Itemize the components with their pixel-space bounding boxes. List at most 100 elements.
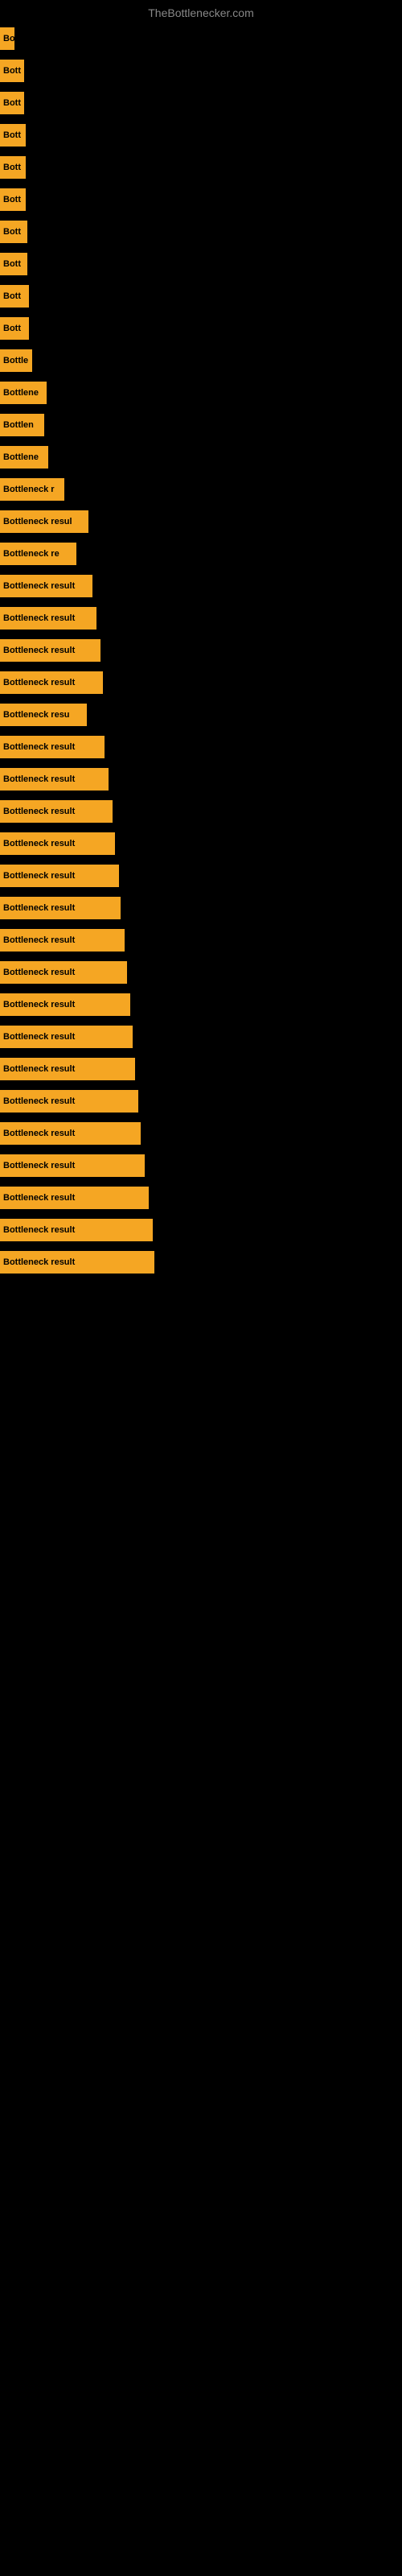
bar-row: Bottlene [0, 377, 402, 409]
bar-row: Bottleneck result [0, 860, 402, 892]
bar-label-22: Bottleneck result [3, 742, 75, 752]
bar-row: Bott [0, 184, 402, 216]
bar-9: Bott [0, 317, 29, 340]
bar-row: Bott [0, 87, 402, 119]
bar-label-23: Bottleneck result [3, 774, 75, 784]
bar-row: Bottleneck result [0, 956, 402, 989]
bar-row: Bottleneck result [0, 1214, 402, 1246]
bar-4: Bott [0, 156, 26, 179]
bar-label-26: Bottleneck result [3, 871, 75, 881]
bar-22: Bottleneck result [0, 736, 105, 758]
bar-label-5: Bott [3, 195, 21, 204]
bar-label-19: Bottleneck result [3, 646, 75, 655]
bar-16: Bottleneck re [0, 543, 76, 565]
bar-row: Bottleneck result [0, 828, 402, 860]
bar-6: Bott [0, 221, 27, 243]
bar-27: Bottleneck result [0, 897, 121, 919]
bar-37: Bottleneck result [0, 1219, 153, 1241]
bar-row: Bottleneck result [0, 1053, 402, 1085]
bar-13: Bottlene [0, 446, 48, 469]
bar-row: Bottleneck resul [0, 506, 402, 538]
bar-row: Bottleneck result [0, 924, 402, 956]
bar-11: Bottlene [0, 382, 47, 404]
bar-32: Bottleneck result [0, 1058, 135, 1080]
site-title: TheBottlenecker.com [0, 0, 402, 23]
bar-31: Bottleneck result [0, 1026, 133, 1048]
bar-row: Bottlen [0, 409, 402, 441]
bar-12: Bottlen [0, 414, 44, 436]
bar-35: Bottleneck result [0, 1154, 145, 1177]
bar-row: Bottleneck re [0, 538, 402, 570]
bar-label-16: Bottleneck re [3, 549, 59, 559]
bar-row: Bo [0, 23, 402, 55]
bar-label-14: Bottleneck r [3, 485, 55, 494]
bar-26: Bottleneck result [0, 865, 119, 887]
bar-33: Bottleneck result [0, 1090, 138, 1113]
bar-label-12: Bottlen [3, 420, 34, 430]
bar-row: Bott [0, 280, 402, 312]
bar-row: Bottleneck result [0, 731, 402, 763]
bar-38: Bottleneck result [0, 1251, 154, 1274]
bar-28: Bottleneck result [0, 929, 125, 952]
bar-10: Bottle [0, 349, 32, 372]
bar-label-8: Bott [3, 291, 21, 301]
bar-label-6: Bott [3, 227, 21, 237]
bar-row: Bottleneck result [0, 1246, 402, 1278]
bar-row: Bottleneck result [0, 763, 402, 795]
bar-row: Bott [0, 216, 402, 248]
bar-label-10: Bottle [3, 356, 28, 365]
bar-2: Bott [0, 92, 24, 114]
bar-label-30: Bottleneck result [3, 1000, 75, 1009]
bar-row: Bottle [0, 345, 402, 377]
bar-label-36: Bottleneck result [3, 1193, 75, 1203]
bar-label-11: Bottlene [3, 388, 39, 398]
bar-5: Bott [0, 188, 26, 211]
bar-18: Bottleneck result [0, 607, 96, 630]
bar-label-32: Bottleneck result [3, 1064, 75, 1074]
bar-row: Bottleneck result [0, 667, 402, 699]
bar-row: Bottleneck result [0, 795, 402, 828]
bar-label-0: Bo [3, 34, 14, 43]
bar-row: Bott [0, 248, 402, 280]
bar-label-34: Bottleneck result [3, 1129, 75, 1138]
bar-label-25: Bottleneck result [3, 839, 75, 848]
bar-row: Bottleneck result [0, 570, 402, 602]
bar-36: Bottleneck result [0, 1187, 149, 1209]
bar-row: Bottleneck r [0, 473, 402, 506]
bar-3: Bott [0, 124, 26, 147]
bar-row: Bottleneck result [0, 989, 402, 1021]
bar-25: Bottleneck result [0, 832, 115, 855]
bar-row: Bottleneck result [0, 1150, 402, 1182]
bar-row: Bott [0, 119, 402, 151]
bar-row: Bottleneck resu [0, 699, 402, 731]
bar-row: Bottleneck result [0, 1085, 402, 1117]
bar-23: Bottleneck result [0, 768, 109, 791]
bar-17: Bottleneck result [0, 575, 92, 597]
bar-label-38: Bottleneck result [3, 1257, 75, 1267]
bar-label-20: Bottleneck result [3, 678, 75, 687]
bar-row: Bott [0, 55, 402, 87]
bar-row: Bottlene [0, 441, 402, 473]
bar-7: Bott [0, 253, 27, 275]
bar-24: Bottleneck result [0, 800, 113, 823]
bar-label-7: Bott [3, 259, 21, 269]
bar-21: Bottleneck resu [0, 704, 87, 726]
bar-row: Bottleneck result [0, 1117, 402, 1150]
bar-label-24: Bottleneck result [3, 807, 75, 816]
bar-label-21: Bottleneck resu [3, 710, 70, 720]
bar-row: Bott [0, 312, 402, 345]
bar-label-2: Bott [3, 98, 21, 108]
bar-8: Bott [0, 285, 29, 308]
bar-row: Bottleneck result [0, 634, 402, 667]
bar-29: Bottleneck result [0, 961, 127, 984]
bar-row: Bott [0, 151, 402, 184]
bar-row: Bottleneck result [0, 892, 402, 924]
bar-label-33: Bottleneck result [3, 1096, 75, 1106]
bar-label-18: Bottleneck result [3, 613, 75, 623]
bar-19: Bottleneck result [0, 639, 100, 662]
bars-container: Bo Bott Bott Bott Bott Bott Bott Bott Bott Bott Bo… [0, 23, 402, 1278]
bar-label-27: Bottleneck result [3, 903, 75, 913]
bar-label-9: Bott [3, 324, 21, 333]
bar-34: Bottleneck result [0, 1122, 141, 1145]
bar-15: Bottleneck resul [0, 510, 88, 533]
